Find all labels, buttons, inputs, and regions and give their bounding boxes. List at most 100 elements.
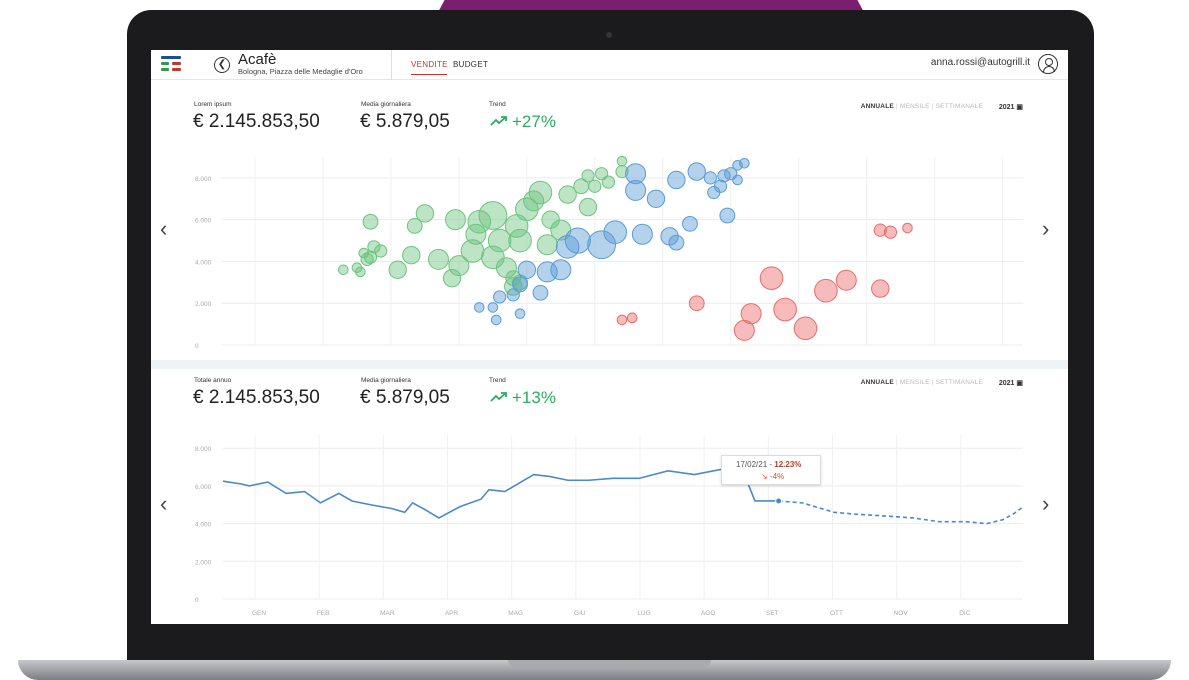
y-tick-label: 0 [195,597,199,604]
line-chart: 0 2.000 4.000 6.000 8.000 GEN FEB MAR APR MAG GIU L… [195,435,1024,617]
kpi-label: Lorem ipsum [194,101,232,108]
x-tick-label: APR [445,610,459,617]
data-point [601,175,616,189]
data-point [564,227,591,254]
data-point [687,162,706,181]
calendar-icon: ▣ [1016,380,1023,387]
data-point [616,155,628,167]
data-point [688,295,705,312]
shop-name: Acafè [238,51,277,68]
kpi-value: € 5.879,05 [360,111,450,132]
trend-percent: +27% [512,112,556,131]
section-divider [151,360,1068,369]
kpi-value: € 5.879,05 [360,387,450,408]
data-point [473,302,485,313]
data-point [487,302,499,313]
series-line [778,500,1024,525]
kpi-label: Media giornaliera [361,101,411,108]
user-email: anna.rossi@autogrill.it [930,57,1030,68]
data-point [581,169,595,183]
trend-percent: +13% [512,388,556,407]
data-point [616,314,628,326]
series-line [222,468,779,519]
trend-label: Trend [489,101,506,108]
scatter-panel: Lorem ipsum € 2.145.853,50 Media giornal… [151,81,1068,360]
x-tick-label: SET [766,610,779,617]
shop-address: Bologna, Piazza delle Medaglie d'Oro [238,67,363,76]
data-point [444,209,466,231]
tab-vendite[interactable]: VENDITE [411,60,448,69]
next-arrow-icon[interactable]: › [1042,218,1049,240]
period-settimanale[interactable]: SETTIMANALE [936,379,983,386]
kpi-value: € 2.145.853,50 [193,387,320,408]
data-point [528,180,553,205]
prev-arrow-icon[interactable]: ‹ [160,493,167,515]
year-picker[interactable]: 2021 ▣ [999,103,1023,111]
chevron-left-icon: ❮ [217,59,227,70]
y-tick-label: 2.000 [195,559,212,566]
x-tick-label: GEN [252,610,266,617]
period-annuale[interactable]: ANNUALE [861,103,894,110]
period-mensile[interactable]: MENSILE [900,103,930,110]
data-point [490,314,502,326]
tab-budget[interactable]: BUDGET [453,60,488,69]
data-point [740,303,762,325]
trend-down-icon: ↘ [761,472,768,481]
line-panel: Totale annuo € 2.145.853,50 Media giorna… [151,369,1068,624]
highlight-point [775,497,783,505]
y-tick-label: 6.000 [195,218,212,225]
period-selector: ANNUALE | MENSILE | SETTIMANALE [860,103,983,110]
y-tick-label: 2.000 [195,301,212,308]
data-point [532,284,549,301]
data-point [871,279,890,298]
next-arrow-icon[interactable]: › [1042,493,1049,515]
period-selector: ANNUALE | MENSILE | SETTIMANALE [860,379,983,386]
data-point [631,223,653,245]
data-point [338,264,349,276]
user-avatar-icon[interactable] [1038,54,1058,74]
period-settimanale[interactable]: SETTIMANALE [936,103,983,110]
data-point [578,197,598,217]
menu-icon[interactable] [161,56,181,72]
period-mensile[interactable]: MENSILE [900,379,930,386]
trend-value: +13% [490,388,556,408]
data-point [588,179,602,193]
prev-arrow-icon[interactable]: ‹ [160,218,167,240]
x-tick-label: FEB [317,610,330,617]
data-point [703,171,717,185]
x-tick-label: LUG [637,610,650,617]
year-value: 2021 [998,104,1015,111]
data-point [517,260,537,280]
app-screen: ❮ Acafè Bologna, Piazza delle Medaglie d… [151,50,1068,624]
data-point [902,222,913,234]
kpi-value: € 2.145.853,50 [193,111,320,132]
laptop-mockup: ❮ Acafè Bologna, Piazza delle Medaglie d… [0,0,1189,680]
divider [391,50,392,80]
data-point [739,157,750,169]
data-point [514,308,526,319]
data-point [668,234,685,251]
data-point [603,220,628,244]
period-annuale[interactable]: ANNUALE [861,379,894,386]
data-point [388,260,407,280]
data-point [493,290,507,304]
trend-value: +27% [490,112,556,132]
tooltip-value: 12.23% [774,460,802,469]
chart-tooltip: 17/02/21 - 12.23% ↘ -4% [721,455,821,485]
data-point [374,244,388,258]
year-picker[interactable]: 2021 ▣ [999,379,1023,387]
kpi-label: Media giornaliera [361,377,411,384]
year-value: 2021 [998,380,1015,387]
x-tick-label: MAG [508,610,523,617]
data-point [682,215,698,232]
data-point [355,266,366,278]
data-point [550,259,572,281]
y-tick-label: 4.000 [195,259,212,266]
back-button[interactable]: ❮ [214,57,230,73]
x-tick-label: OTT [830,610,843,617]
active-tab-indicator [411,74,447,75]
data-point [793,316,818,341]
data-point [512,276,528,293]
kpi-label: Totale annuo [194,377,232,384]
x-tick-label: DIC [959,610,971,617]
